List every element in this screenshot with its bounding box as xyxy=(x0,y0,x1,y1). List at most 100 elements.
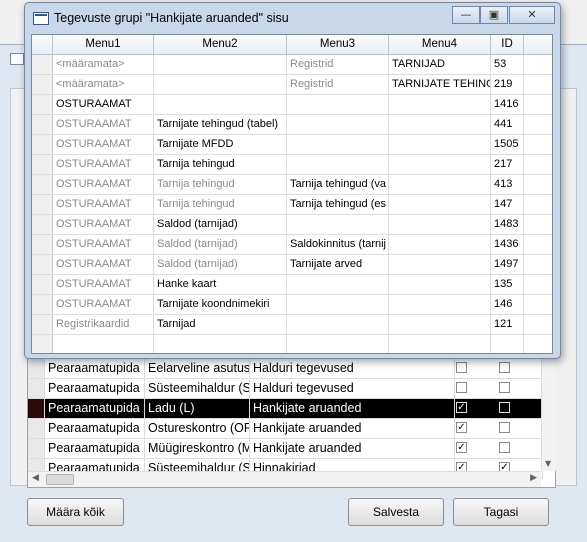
cell-menu1[interactable]: OSTURAAMAT xyxy=(53,195,154,214)
cell-menu4[interactable]: TARNIJAD xyxy=(389,55,491,74)
cell-menu4[interactable] xyxy=(389,335,491,353)
cell-menu3[interactable]: Registrid xyxy=(287,75,389,94)
row-header[interactable] xyxy=(32,275,53,294)
row-header[interactable] xyxy=(32,295,53,314)
cell-id[interactable]: 1497 xyxy=(491,255,524,274)
row-header[interactable] xyxy=(32,95,53,114)
back-button[interactable]: Tagasi xyxy=(453,498,549,526)
row-header[interactable] xyxy=(28,379,45,398)
row-header[interactable] xyxy=(28,419,45,438)
cell-c2[interactable]: Süsteemihaldur (S xyxy=(145,379,250,398)
table-row[interactable]: <määramata> Registrid TARNIJAD 53 xyxy=(32,55,552,75)
checkbox[interactable] xyxy=(499,362,510,373)
cell-menu2[interactable] xyxy=(154,335,287,353)
restore-button[interactable]: ▣ xyxy=(480,6,508,24)
cell-id[interactable]: 219 xyxy=(491,75,524,94)
cell-c1[interactable]: Pearaamatupida xyxy=(45,379,145,398)
cell-menu3[interactable]: Registrid xyxy=(287,55,389,74)
cell-c3[interactable]: Hankijate aruanded xyxy=(250,399,455,418)
cell-menu2[interactable]: Tarnija tehingud xyxy=(154,175,287,194)
cell-menu1[interactable]: <määramata> xyxy=(53,75,154,94)
cell-menu1[interactable]: OSTURAAMAT xyxy=(53,135,154,154)
table-row[interactable]: Registrikaardid Tarnijad 121 xyxy=(32,315,552,335)
table-row[interactable]: OSTURAAMAT Tarnijate tehingud (tabel) 441 xyxy=(32,115,552,135)
table-row[interactable]: OSTURAAMAT Tarnija tehingud 217 xyxy=(32,155,552,175)
cell-menu3[interactable] xyxy=(287,135,389,154)
cell-c1[interactable]: Pearaamatupida xyxy=(45,359,145,378)
cell-c1[interactable]: Pearaamatupida xyxy=(45,419,145,438)
checkbox[interactable] xyxy=(499,442,510,453)
cell-menu1[interactable]: OSTURAAMAT xyxy=(53,155,154,174)
row-header[interactable] xyxy=(32,135,53,154)
cell-menu2[interactable] xyxy=(154,95,287,114)
row-header[interactable] xyxy=(28,359,45,378)
cell-id[interactable]: 53 xyxy=(491,55,524,74)
table-row[interactable]: OSTURAAMAT Tarnija tehingud Tarnija tehing… xyxy=(32,195,552,215)
table-row[interactable]: Pearaamatupida Ladu (L) Hankijate aruanded… xyxy=(28,399,543,419)
cell-menu1[interactable]: Registrikaardid xyxy=(53,315,154,334)
checkbox[interactable]: ✓ xyxy=(456,442,467,453)
cell-menu1[interactable] xyxy=(53,335,154,353)
cell-menu2[interactable]: Tarnijate MFDD xyxy=(154,135,287,154)
select-all-button[interactable]: Määra kõik xyxy=(27,498,124,526)
cell-id[interactable]: 217 xyxy=(491,155,524,174)
row-header[interactable] xyxy=(32,235,53,254)
cell-c2[interactable]: Eelarveline asutus xyxy=(145,359,250,378)
table-row[interactable]: OSTURAAMAT Saldod (tarnijad) Tarnijate arv… xyxy=(32,255,552,275)
row-header[interactable] xyxy=(32,215,53,234)
checkbox[interactable] xyxy=(499,402,510,413)
table-row[interactable]: <määramata> Registrid TARNIJATE TEHING 219 xyxy=(32,75,552,95)
cell-menu3[interactable] xyxy=(287,335,389,353)
cell-menu4[interactable] xyxy=(389,175,491,194)
horizontal-scroll-thumb[interactable] xyxy=(46,474,74,485)
row-header[interactable] xyxy=(32,315,53,334)
cell-menu1[interactable]: OSTURAAMAT xyxy=(53,175,154,194)
cell-menu4[interactable] xyxy=(389,135,491,154)
cell-menu3[interactable] xyxy=(287,275,389,294)
cell-menu3[interactable]: Saldokinnitus (tarnij xyxy=(287,235,389,254)
cell-c2[interactable]: Müügireskontro (M xyxy=(145,439,250,458)
cell-c3[interactable]: Halduri tegevused xyxy=(250,359,455,378)
cell-menu4[interactable] xyxy=(389,155,491,174)
cell-c3[interactable]: Hankijate aruanded xyxy=(250,419,455,438)
cell-menu4[interactable]: TARNIJATE TEHING xyxy=(389,75,491,94)
cell-menu4[interactable] xyxy=(389,215,491,234)
cell-menu2[interactable]: Saldod (tarnijad) xyxy=(154,255,287,274)
row-header[interactable] xyxy=(32,115,53,134)
table-row[interactable]: Pearaamatupida Müügireskontro (M Hankijate… xyxy=(28,439,543,459)
cell-menu4[interactable] xyxy=(389,235,491,254)
minimize-button[interactable]: — xyxy=(452,6,480,24)
cell-id[interactable]: 1483 xyxy=(491,215,524,234)
cell-menu3[interactable]: Tarnija tehingud (va xyxy=(287,175,389,194)
cell-menu1[interactable]: <määramata> xyxy=(53,55,154,74)
column-header-id[interactable]: ID xyxy=(491,35,524,54)
cell-menu2[interactable]: Saldod (tarnijad) xyxy=(154,215,287,234)
table-row[interactable]: Pearaamatupida Süsteemihaldur (S Halduri t… xyxy=(28,379,543,399)
cell-menu2[interactable]: Tarnijad xyxy=(154,315,287,334)
cell-menu4[interactable] xyxy=(389,295,491,314)
cell-id[interactable]: 146 xyxy=(491,295,524,314)
checkbox[interactable]: ✓ xyxy=(456,422,467,433)
horizontal-scrollbar[interactable]: ◀ ▶ xyxy=(28,471,541,487)
cell-id[interactable]: 1416 xyxy=(491,95,524,114)
table-row[interactable]: OSTURAAMAT 1416 xyxy=(32,95,552,115)
checkbox[interactable] xyxy=(499,422,510,433)
cell-c1[interactable]: Pearaamatupida xyxy=(45,399,145,418)
cell-menu4[interactable] xyxy=(389,255,491,274)
column-header-menu1[interactable]: Menu1 xyxy=(53,35,154,54)
table-row[interactable]: OSTURAAMAT Saldod (tarnijad) 1483 xyxy=(32,215,552,235)
cell-menu1[interactable]: OSTURAAMAT xyxy=(53,235,154,254)
cell-menu2[interactable]: Tarnija tehingud xyxy=(154,195,287,214)
checkbox[interactable] xyxy=(499,382,510,393)
checkbox[interactable] xyxy=(456,362,467,373)
table-row[interactable]: Pearaamatupida Eelarveline asutus Halduri … xyxy=(28,359,543,379)
save-button[interactable]: Salvesta xyxy=(348,498,444,526)
cell-menu3[interactable] xyxy=(287,295,389,314)
checkbox[interactable] xyxy=(456,382,467,393)
cell-menu3[interactable] xyxy=(287,115,389,134)
cell-menu2[interactable] xyxy=(154,55,287,74)
row-header[interactable] xyxy=(28,399,45,418)
cell-menu3[interactable] xyxy=(287,215,389,234)
cell-id[interactable]: 1505 xyxy=(491,135,524,154)
table-row[interactable]: OSTURAAMAT Tarnijate koondnimekiri 146 xyxy=(32,295,552,315)
